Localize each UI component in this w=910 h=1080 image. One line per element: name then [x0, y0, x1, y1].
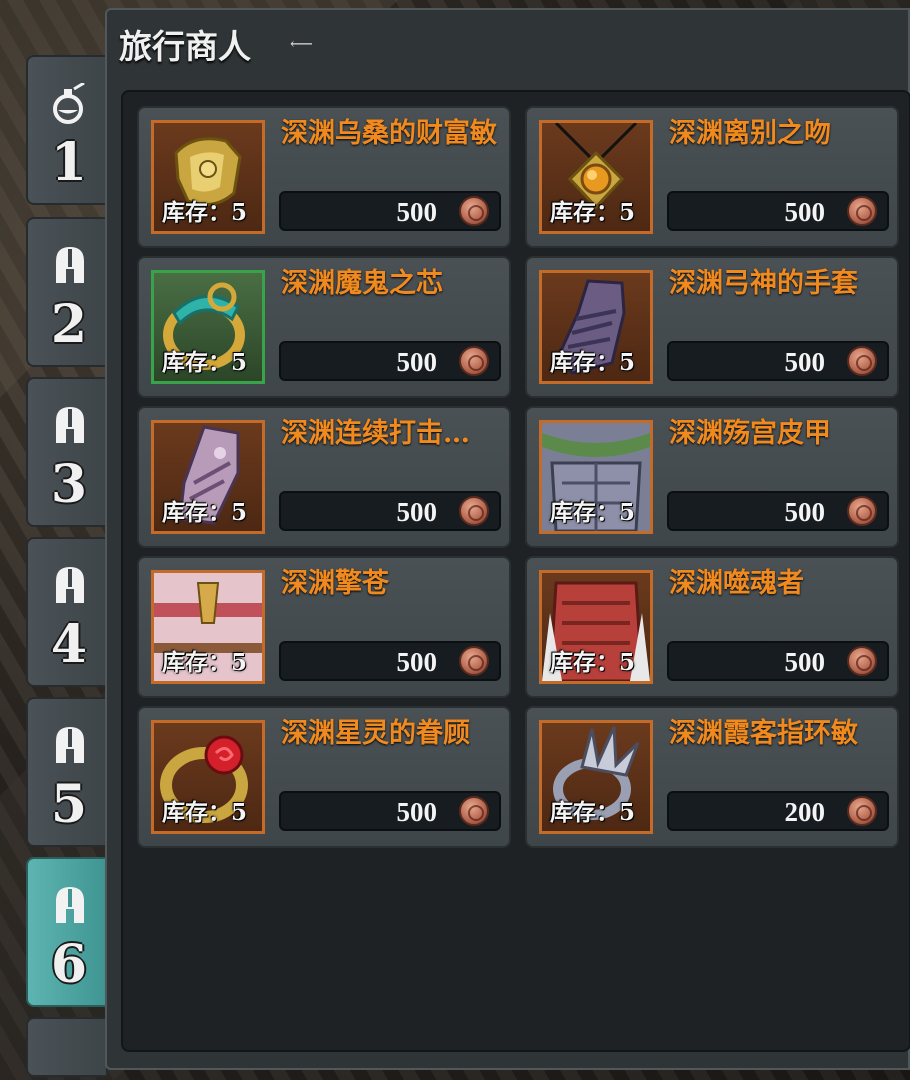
coin-icon — [847, 196, 877, 226]
item-name: 深渊离别之吻 — [669, 118, 831, 149]
item-price: 500 — [396, 497, 438, 527]
helmet-icon — [56, 727, 84, 763]
price-bar: 200 — [667, 791, 889, 831]
item-stock: 库存：5 — [550, 349, 636, 376]
coin-icon — [459, 346, 489, 376]
helmet-icon — [56, 407, 84, 443]
price-bar: 500 — [667, 641, 889, 681]
helmet-icon — [56, 887, 84, 923]
coin-icon — [847, 496, 877, 526]
helmet-icon — [56, 567, 84, 603]
coin-icon — [847, 346, 877, 376]
item-price: 500 — [784, 647, 826, 677]
item-name: 深渊星灵的眷顾 — [281, 718, 470, 749]
item-stock: 库存：5 — [162, 799, 248, 826]
item-grid: 库存：5 深渊乌桑的财富敏 500 库存：5 深渊离别之吻 500 库存：5 深… — [121, 90, 910, 1052]
item-price: 500 — [396, 347, 438, 377]
item-thumbnail: 库存：5 — [539, 270, 653, 384]
item-stock: 库存：5 — [550, 799, 636, 826]
shop-item[interactable]: 库存：5 深渊连续打击… 500 — [137, 406, 511, 548]
shop-item[interactable]: 库存：5 深渊乌桑的财富敏 500 — [137, 106, 511, 248]
item-price: 500 — [784, 197, 826, 227]
tab-6[interactable]: 6 — [26, 857, 108, 1007]
price-bar: 500 — [279, 791, 501, 831]
coin-icon — [847, 646, 877, 676]
tab-number: 2 — [50, 294, 88, 355]
item-price: 500 — [396, 647, 438, 677]
item-thumbnail: 库存：5 — [151, 720, 265, 834]
item-thumbnail: 库存：5 — [151, 420, 265, 534]
item-thumbnail: 库存：5 — [539, 420, 653, 534]
tab-number: 3 — [50, 454, 88, 515]
coin-icon — [459, 796, 489, 826]
item-name: 深渊噬魂者 — [669, 568, 804, 599]
item-thumbnail: 库存：5 — [151, 270, 265, 384]
item-price: 500 — [784, 347, 826, 377]
shop-item[interactable]: 库存：5 深渊霞客指环敏 200 — [525, 706, 899, 848]
item-stock: 库存：5 — [162, 199, 248, 226]
item-name: 深渊擎苍 — [281, 568, 389, 599]
price-bar: 500 — [667, 341, 889, 381]
price-bar: 500 — [667, 191, 889, 231]
item-thumbnail: 库存：5 — [539, 570, 653, 684]
item-thumbnail: 库存：5 — [151, 120, 265, 234]
item-stock: 库存：5 — [550, 649, 636, 676]
item-stock: 库存：5 — [550, 499, 636, 526]
tab-1[interactable]: 1 — [26, 55, 108, 205]
tab-number: 1 — [50, 132, 88, 193]
coin-icon — [459, 496, 489, 526]
tab-5[interactable]: 5 — [26, 697, 108, 847]
tab-7-partial[interactable] — [26, 1017, 108, 1077]
item-price: 500 — [784, 497, 826, 527]
price-bar: 500 — [279, 341, 501, 381]
item-thumbnail: 库存：5 — [151, 570, 265, 684]
item-price: 200 — [784, 797, 826, 827]
item-price: 500 — [396, 197, 438, 227]
shop-item[interactable]: 库存：5 深渊星灵的眷顾 500 — [137, 706, 511, 848]
shop-item[interactable]: 库存：5 深渊弓神的手套 500 — [525, 256, 899, 398]
price-bar: 500 — [279, 491, 501, 531]
item-stock: 库存：5 — [550, 199, 636, 226]
tab-number: 5 — [50, 774, 88, 835]
shop-item[interactable]: 库存：5 深渊殇宫皮甲 500 — [525, 406, 899, 548]
shop-item[interactable]: 库存：5 深渊离别之吻 500 — [525, 106, 899, 248]
tab-4[interactable]: 4 — [26, 537, 108, 687]
item-stock: 库存：5 — [162, 649, 248, 676]
tab-3[interactable]: 3 — [26, 377, 108, 527]
coin-icon — [847, 796, 877, 826]
coin-icon — [459, 646, 489, 676]
item-stock: 库存：5 — [162, 499, 248, 526]
shop-item[interactable]: 库存：5 深渊魔鬼之芯 500 — [137, 256, 511, 398]
item-name: 深渊乌桑的财富敏 — [281, 118, 497, 149]
item-name: 深渊魔鬼之芯 — [281, 268, 443, 299]
helmet-icon — [56, 247, 84, 283]
coin-icon — [459, 196, 489, 226]
item-name: 深渊霞客指环敏 — [669, 718, 858, 749]
tab-number: 6 — [50, 934, 88, 995]
shop-item[interactable]: 库存：5 深渊噬魂者 500 — [525, 556, 899, 698]
item-stock: 库存：5 — [162, 349, 248, 376]
item-name: 深渊殇宫皮甲 — [669, 418, 831, 449]
item-name: 深渊弓神的手套 — [669, 268, 858, 299]
tab-number: 4 — [50, 614, 88, 675]
item-thumbnail: 库存：5 — [539, 720, 653, 834]
back-arrow-icon[interactable]: ⟵ — [290, 34, 313, 53]
shop-item[interactable]: 库存：5 深渊擎苍 500 — [137, 556, 511, 698]
price-bar: 500 — [279, 641, 501, 681]
shop-panel: 旅行商人 ⟵ 库存：5 深渊乌桑的财富敏 500 库存：5 深渊离别之吻 500… — [105, 8, 910, 1070]
item-name: 深渊连续打击… — [281, 418, 470, 449]
item-price: 500 — [396, 797, 438, 827]
shop-title: 旅行商人 — [119, 27, 251, 66]
item-thumbnail: 库存：5 — [539, 120, 653, 234]
price-bar: 500 — [667, 491, 889, 531]
tab-2[interactable]: 2 — [26, 217, 108, 367]
price-bar: 500 — [279, 191, 501, 231]
potion-icon — [53, 83, 85, 124]
